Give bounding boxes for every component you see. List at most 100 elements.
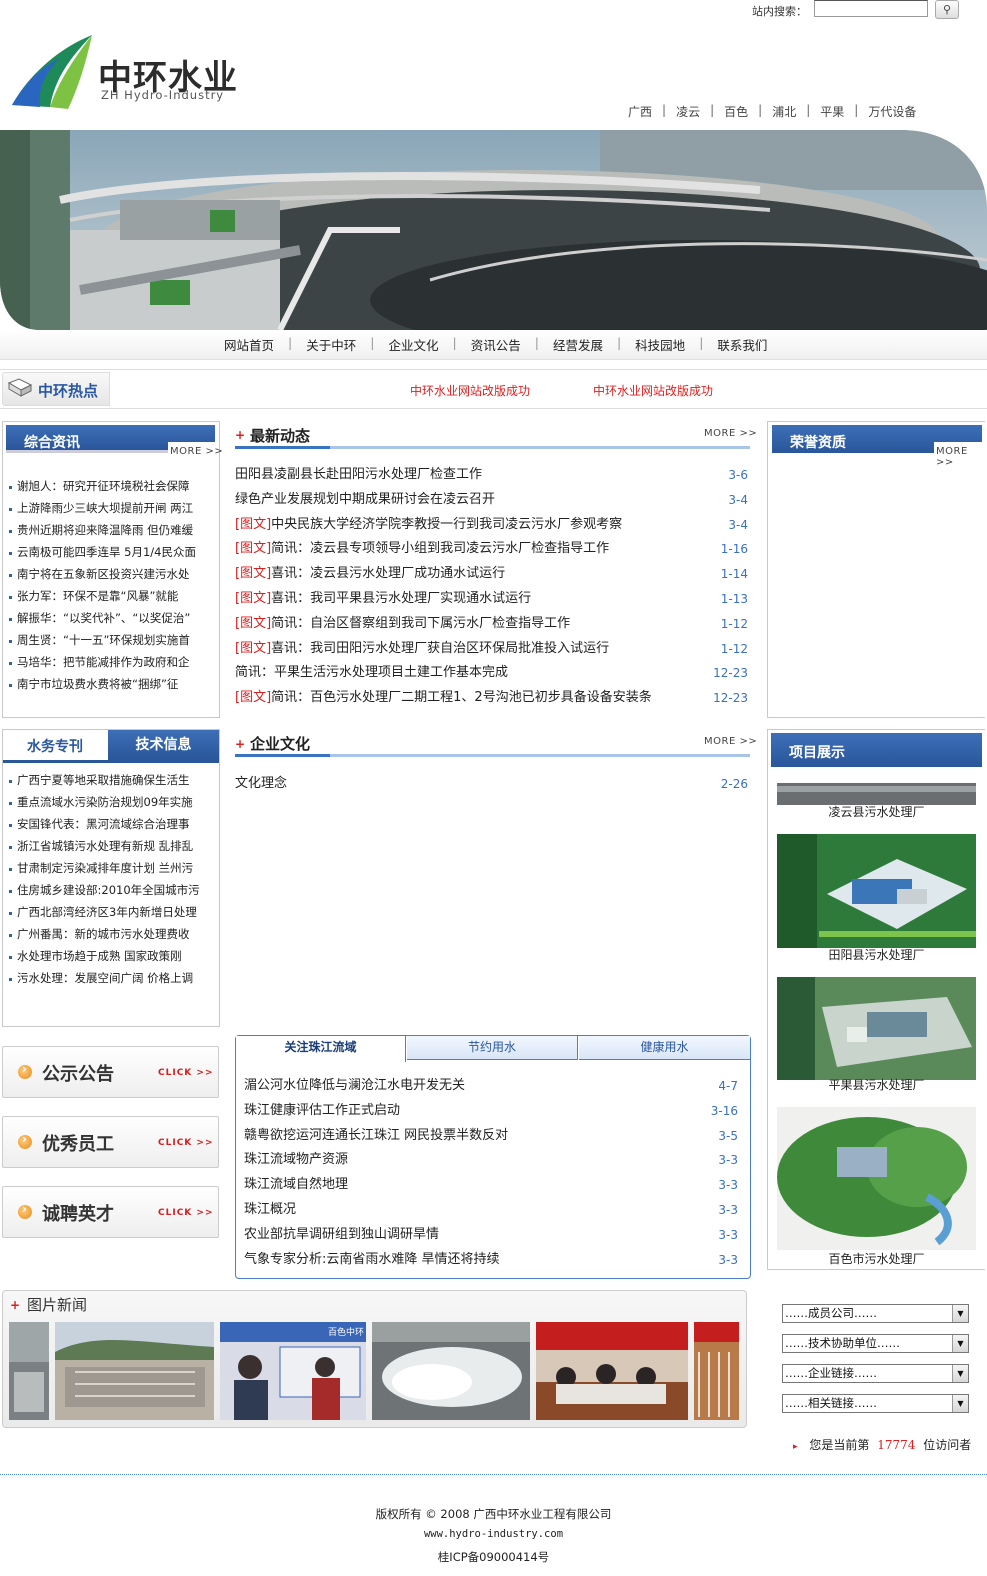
news-row[interactable]: [图文]简讯：凌云县专项领导小组到我司凌云污水厂检查指导工作 1-16 bbox=[235, 537, 748, 562]
news-row[interactable]: 珠江流域自然地理 3-3 bbox=[244, 1173, 738, 1198]
news-row[interactable]: 湄公河水位降低与澜沧江水电开发无关 4-7 bbox=[244, 1074, 738, 1099]
list-item[interactable]: 广西北部湾经济区3年内新增日处理 bbox=[9, 901, 214, 923]
news-title: 喜讯：我司平果县污水处理厂实现通水试运行 bbox=[271, 590, 532, 606]
nav-tech[interactable]: 科技园地 bbox=[621, 335, 699, 354]
news-row[interactable]: [图文]简讯：百色污水处理厂二期工程1、2号沟池已初步具备设备安装条 12-23 bbox=[235, 686, 748, 711]
news-row[interactable]: 绿色产业发展规划中期成果研讨会在凌云召开 3-4 bbox=[235, 488, 748, 513]
region-link-pubei[interactable]: 浦北 bbox=[762, 103, 806, 120]
news-title: 珠江流域物产资源 bbox=[244, 1152, 349, 1168]
news-row[interactable]: 农业部抗旱调研组到独山调研旱情 3-3 bbox=[244, 1223, 738, 1248]
list-item[interactable]: 甘肃制定污染减排年度计划 兰州污 bbox=[9, 857, 214, 879]
footer-url[interactable]: www.hydro-industry.com bbox=[0, 1528, 987, 1540]
project-caption[interactable]: 平果县污水处理厂 bbox=[777, 1076, 976, 1093]
project-caption[interactable]: 凌云县污水处理厂 bbox=[777, 803, 976, 820]
news-photo[interactable] bbox=[536, 1322, 688, 1420]
news-row[interactable]: 田阳县凌副县长赴田阳污水处理厂检查工作 3-6 bbox=[235, 463, 748, 488]
project-photo[interactable] bbox=[777, 834, 976, 948]
news-row[interactable]: 珠江健康评估工作正式启动 3-16 bbox=[244, 1099, 738, 1124]
news-date: 3-4 bbox=[728, 492, 748, 507]
news-date: 1-12 bbox=[720, 641, 748, 656]
list-item[interactable]: 南宁将在五象新区投资兴建污水处 bbox=[9, 563, 214, 585]
list-item[interactable]: 解振华：“以奖代补”、“以奖促治” bbox=[9, 607, 214, 629]
staff-button[interactable]: 优秀员工 CLICK >> bbox=[2, 1116, 219, 1168]
news-photo[interactable] bbox=[694, 1322, 739, 1420]
list-item[interactable]: 云南极可能四季连旱 5月1/4民众面 bbox=[9, 541, 214, 563]
list-item[interactable]: 广州番禺：新的城市污水处理费收 bbox=[9, 923, 214, 945]
news-row[interactable]: 珠江概况 3-3 bbox=[244, 1198, 738, 1223]
news-photo[interactable]: 百色中环 bbox=[220, 1322, 366, 1420]
list-item[interactable]: 广西宁夏等地采取措施确保生活生 bbox=[9, 769, 214, 791]
news-date: 3-6 bbox=[728, 468, 748, 482]
news-row[interactable]: [图文]喜讯：我司平果县污水处理厂实现通水试运行 1-13 bbox=[235, 587, 748, 612]
honor-more-link[interactable]: MORE >> bbox=[936, 446, 987, 468]
tag: [图文] bbox=[235, 615, 272, 631]
member-company-select[interactable]: ……成员公司…… ▼ bbox=[782, 1304, 969, 1323]
news-row[interactable]: [图文]喜讯：凌云县污水处理厂成功通水试运行 1-14 bbox=[235, 562, 748, 587]
nav-culture[interactable]: 企业文化 bbox=[374, 335, 452, 354]
tab-save-water[interactable]: 节约用水 bbox=[407, 1036, 578, 1060]
tab-healthy-water[interactable]: 健康用水 bbox=[579, 1036, 750, 1060]
news-photo[interactable] bbox=[9, 1322, 49, 1420]
nav-contact[interactable]: 联系我们 bbox=[703, 335, 781, 354]
list-item[interactable]: 水处理市场趋于成熟 国家政策刚 bbox=[9, 945, 214, 967]
list-item[interactable]: 马培华：把节能减排作为政府和企 bbox=[9, 651, 214, 673]
visitor-prefix: 您是当前第 bbox=[809, 1438, 870, 1452]
list-item[interactable]: 贵州近期将迎来降温降雨 但仍难缓 bbox=[9, 519, 214, 541]
tab-tech-info[interactable]: 技术信息 bbox=[108, 730, 219, 760]
search-button[interactable]: ⚲ bbox=[935, 0, 959, 19]
tab-zhujiang[interactable]: 关注珠江流域 bbox=[236, 1036, 406, 1062]
news-photo[interactable] bbox=[372, 1322, 530, 1420]
list-item[interactable]: 住房城乡建设部:2010年全国城市污 bbox=[9, 879, 214, 901]
nav-news[interactable]: 资讯公告 bbox=[457, 335, 535, 354]
region-link-baise[interactable]: 百色 bbox=[714, 103, 758, 120]
list-item[interactable]: 重点流域水污染防治规划09年实施 bbox=[9, 791, 214, 813]
tab-water-journal[interactable]: 水务专刊 bbox=[3, 732, 107, 762]
list-item[interactable]: 谢旭人：研究开征环境税社会保障 bbox=[9, 475, 214, 497]
list-item[interactable]: 周生贤：“十一五”环保规划实施首 bbox=[9, 629, 214, 651]
news-row[interactable]: [图文]喜讯：我司田阳污水处理厂获自治区环保局批准投入试运行 1-12 bbox=[235, 637, 748, 662]
region-link-pingguo[interactable]: 平果 bbox=[810, 103, 854, 120]
region-link-lingyun[interactable]: 凌云 bbox=[666, 103, 710, 120]
nav-home[interactable]: 网站首页 bbox=[210, 335, 288, 354]
hot-link[interactable]: 中环水业网站改版成功 bbox=[593, 382, 713, 399]
list-item[interactable]: 张力军：环保不是靠“风暴”就能 bbox=[9, 585, 214, 607]
news-row[interactable]: [图文]简讯：自治区督察组到我司下属污水厂检查指导工作 1-12 bbox=[235, 612, 748, 637]
notice-button[interactable]: 公示公告 CLICK >> bbox=[2, 1046, 219, 1098]
news-date: 3-3 bbox=[718, 1227, 738, 1242]
project-photo[interactable] bbox=[777, 977, 976, 1080]
arrow-circle-icon bbox=[18, 1062, 32, 1079]
list-item[interactable]: 污水处理：发展空间广阔 价格上调 bbox=[9, 967, 214, 989]
list-item[interactable]: 浙江省城镇污水处理有新规 乱排乱 bbox=[9, 835, 214, 857]
list-item[interactable]: 上游降雨少三峡大坝提前开闸 两江 bbox=[9, 497, 214, 519]
list-item[interactable]: 安国锋代表：黑河流域综合治理事 bbox=[9, 813, 214, 835]
jobs-button[interactable]: 诚聘英才 CLICK >> bbox=[2, 1186, 219, 1238]
project-photo[interactable] bbox=[777, 783, 976, 805]
culture-more-link[interactable]: MORE >> bbox=[704, 736, 757, 747]
footer-icp[interactable]: 桂ICP备09000414号 bbox=[0, 1549, 987, 1565]
project-photo[interactable] bbox=[777, 1107, 976, 1250]
arrow-circle-icon bbox=[18, 1132, 32, 1149]
news-title: 喜讯：凌云县污水处理厂成功通水试运行 bbox=[271, 566, 506, 582]
region-link-wandai[interactable]: 万代设备 bbox=[858, 103, 926, 120]
news-row[interactable]: [图文]中央民族大学经济学院李教授一行到我司凌云污水厂参观考察 3-4 bbox=[235, 513, 748, 538]
news-row[interactable]: 文化理念 2-26 bbox=[235, 772, 748, 797]
title-bar bbox=[330, 446, 750, 449]
project-caption[interactable]: 百色市污水处理厂 bbox=[777, 1250, 976, 1267]
news-photo[interactable] bbox=[55, 1322, 214, 1420]
list-item[interactable]: 南宁市垃圾费水费将被“捆绑”征 bbox=[9, 673, 214, 695]
enterprise-link-select[interactable]: ……企业链接…… ▼ bbox=[782, 1364, 969, 1383]
latest-more-link[interactable]: MORE >> bbox=[704, 428, 757, 439]
news-row[interactable]: 气象专家分析:云南省雨水难降 旱情还将持续 3-3 bbox=[244, 1248, 738, 1273]
related-link-select[interactable]: ……相关链接…… ▼ bbox=[782, 1394, 969, 1413]
news-row[interactable]: 赣粤欲挖运河连通长江珠江 网民投票半数反对 3-5 bbox=[244, 1124, 738, 1149]
news-row[interactable]: 珠江流域物产资源 3-3 bbox=[244, 1148, 738, 1173]
nav-business[interactable]: 经营发展 bbox=[539, 335, 617, 354]
nav-about[interactable]: 关于中环 bbox=[292, 335, 370, 354]
region-link-guangxi[interactable]: 广西 bbox=[618, 103, 662, 120]
news-row[interactable]: 简讯：平果生活污水处理项目土建工作基本完成 12-23 bbox=[235, 661, 748, 686]
general-more-link[interactable]: MORE >> bbox=[170, 446, 223, 457]
search-input[interactable] bbox=[814, 0, 928, 17]
hot-link[interactable]: 中环水业网站改版成功 bbox=[410, 382, 530, 399]
tech-partner-select[interactable]: ……技术协助单位…… ▼ bbox=[782, 1334, 969, 1353]
project-caption[interactable]: 田阳县污水处理厂 bbox=[777, 946, 976, 963]
